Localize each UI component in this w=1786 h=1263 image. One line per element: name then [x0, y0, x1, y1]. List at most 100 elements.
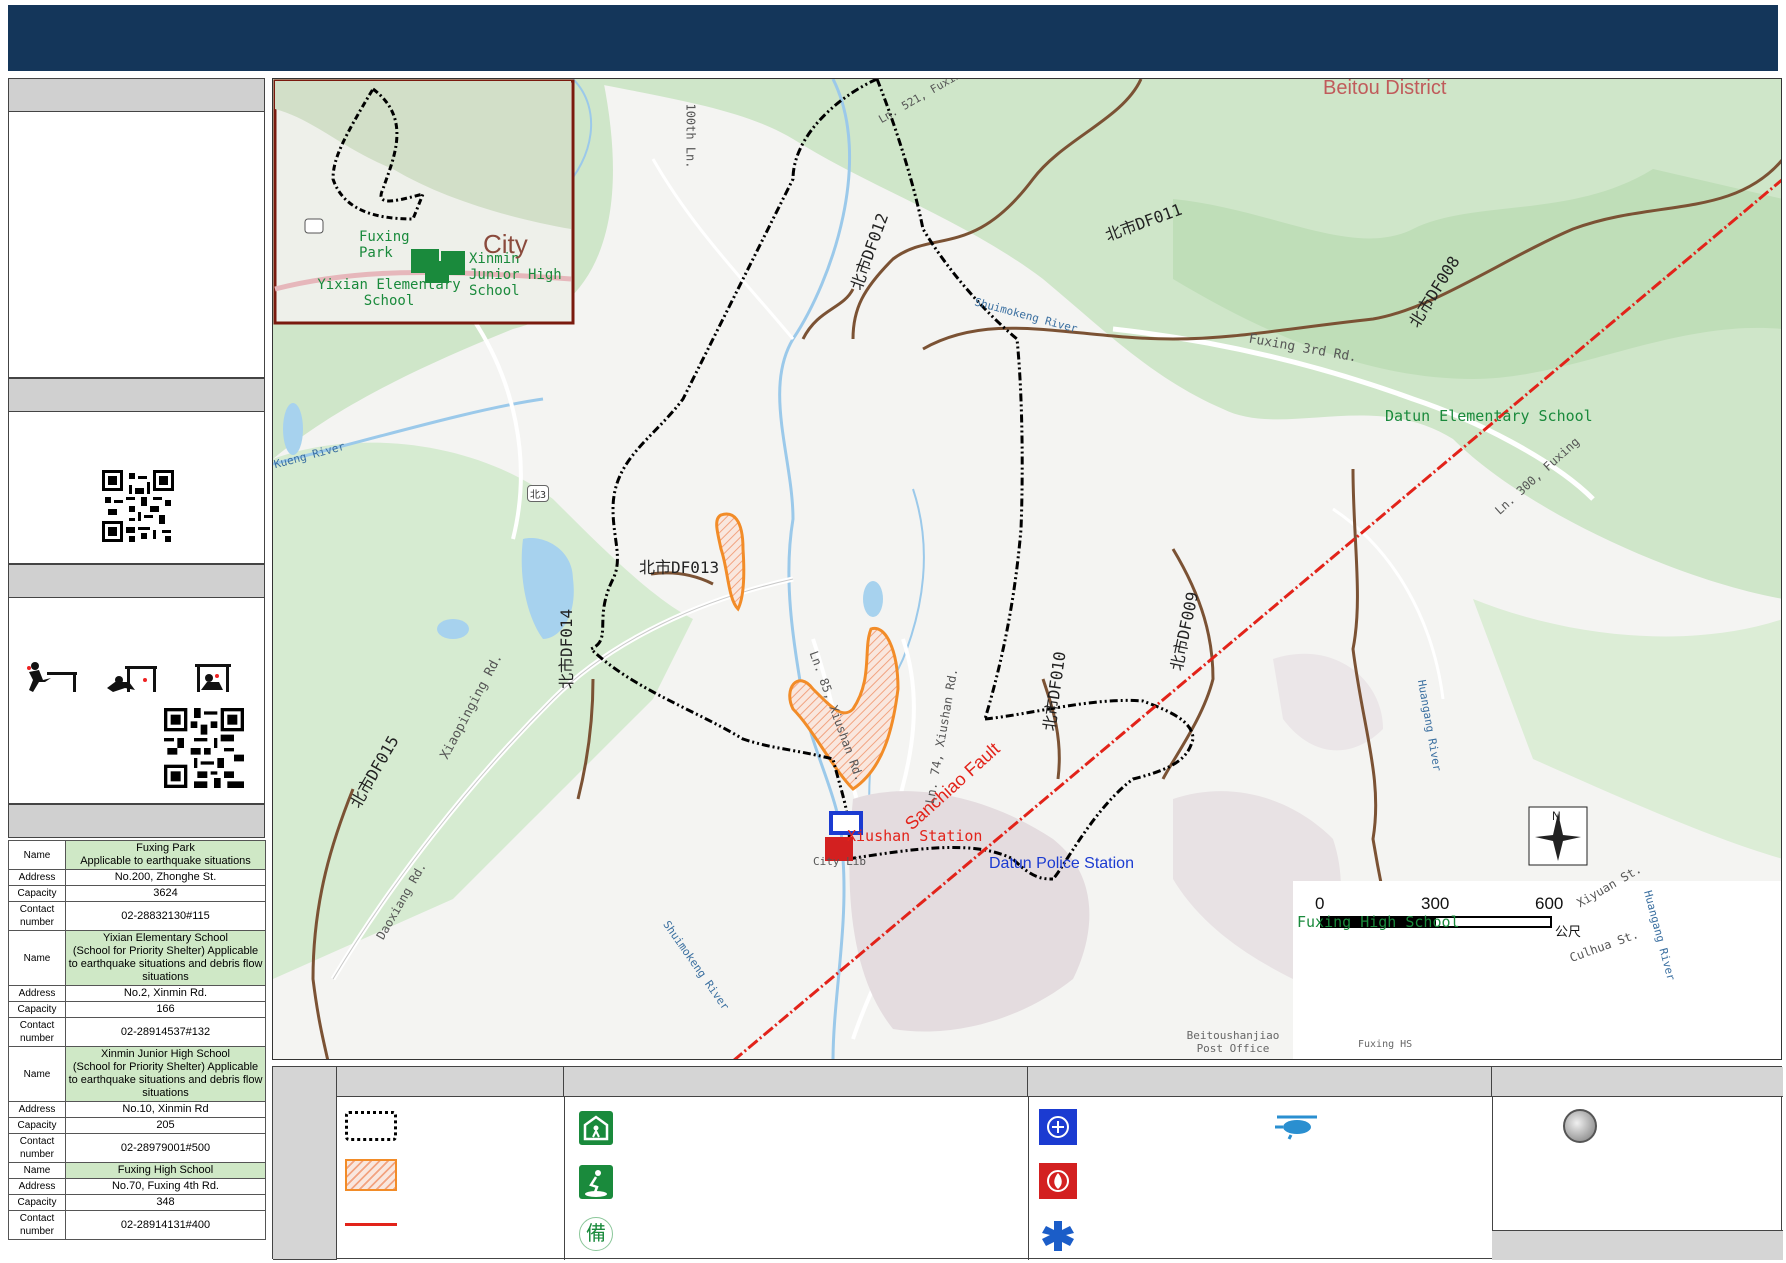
shelter-row-capacity: Capacity 348 — [8, 1194, 266, 1211]
qr-code-icon[interactable] — [102, 470, 174, 542]
shelter-row-name: Name Fuxing High School — [8, 1162, 266, 1179]
shelter-row-label: Contact number — [8, 1210, 66, 1240]
shelter-row-label: Contact number — [8, 1017, 66, 1047]
shelter-panel-header — [8, 804, 265, 838]
debris-label-df013: 北市DF013 — [639, 558, 720, 577]
medical-legend-icon — [1039, 1217, 1077, 1253]
place-datun-police[interactable]: Datun Police Station — [989, 855, 1134, 873]
shelter-row-capacity: Capacity 205 — [8, 1117, 266, 1134]
qr-panel-header — [9, 379, 264, 412]
district-label: Beitou District — [1323, 78, 1447, 99]
shelter-row-contact: Contact number 02-28914537#132 — [8, 1017, 266, 1047]
place-fuxing-hs: Fuxing HS — [1358, 1039, 1413, 1050]
shelter-note: Applicable to earthquake situations — [80, 855, 251, 867]
shelter-row-contact: Contact number 02-28832130#115 — [8, 901, 266, 931]
scale-tick-600: 600 — [1535, 894, 1564, 913]
legend-bottom-grey — [1492, 1230, 1783, 1260]
shelter-row-address: Address No.10, Xinmin Rd — [8, 1101, 266, 1118]
hold-on-icon — [195, 664, 231, 692]
shelter-row-name: Name Yixian Elementary School (School for … — [8, 930, 266, 986]
place-fuxing-high[interactable]: Fuxing High School — [1297, 913, 1460, 931]
shelter-row-label: Address — [8, 869, 66, 886]
shelter-row-label: Name — [8, 840, 66, 870]
scale-unit: 公尺 — [1555, 924, 1582, 939]
legend-head-1 — [337, 1067, 564, 1097]
qr-panel — [8, 378, 265, 564]
shelter-address-value: No.2, Xinmin Rd. — [65, 985, 266, 1002]
earthquake-action-panel — [8, 564, 265, 804]
shelter-note: (School for Priority Shelter) Applicable… — [68, 945, 263, 983]
shelter-row-address: Address No.200, Zhonghe St. — [8, 869, 266, 886]
road-label-100th: 100th Ln. — [683, 103, 698, 169]
shelter-capacity-value: 166 — [65, 1001, 266, 1018]
shelter-address-value: No.10, Xinmin Rd — [65, 1101, 266, 1118]
shield-bei3: 北3 — [527, 485, 550, 502]
shelter-row-name: Name Fuxing Park Applicable to earthquake … — [8, 840, 266, 870]
shelter-row-address: Address No.70, Fuxing 4th Rd. — [8, 1178, 266, 1195]
scale-tick-300: 300 — [1421, 894, 1450, 913]
boundary-legend-icon — [345, 1111, 397, 1141]
shelter-row-name: Name Xinmin Junior High School (School for… — [8, 1046, 266, 1102]
shelter-name: Fuxing Park — [136, 842, 195, 854]
shelter-row-contact: Contact number 02-28979001#500 — [8, 1133, 266, 1163]
shelter-note: (School for Priority Shelter) Applicable… — [68, 1061, 263, 1099]
fault-legend-icon — [345, 1223, 397, 1226]
shelter-name-cell: Fuxing High School — [65, 1162, 266, 1179]
legend-head-3 — [1028, 1067, 1492, 1097]
shelter-contact-value: 02-28832130#115 — [65, 901, 266, 931]
shelter-row-label: Capacity — [8, 1001, 66, 1018]
legend-panel: 備 — [272, 1066, 1783, 1260]
shelter-table: Name Fuxing Park Applicable to earthquake … — [8, 840, 266, 1240]
legend-head-4 — [1492, 1067, 1783, 1097]
evacuation-legend-icon — [579, 1165, 613, 1199]
shelter-row-capacity: Capacity 3624 — [8, 885, 266, 902]
shelter-row-label: Address — [8, 1178, 66, 1195]
legend-col-divider-2 — [1028, 1097, 1029, 1260]
shelter-name: Xinmin Junior High School — [100, 1048, 230, 1060]
shelter-row-label: Name — [8, 1162, 66, 1179]
shelter-row-label: Capacity — [8, 885, 66, 902]
inset-fuxing-park[interactable]: Fuxing Park — [359, 229, 429, 261]
qr-code-earthquake-icon[interactable] — [164, 708, 244, 788]
debris-label-df014: 北市DF014 — [557, 608, 576, 689]
legend-head-2 — [564, 1067, 1028, 1097]
drop-icon — [27, 662, 77, 692]
shelter-row-address: Address No.2, Xinmin Rd. — [8, 985, 266, 1002]
shelter-name: Yixian Elementary School — [103, 932, 228, 944]
shelter-legend-icon — [579, 1111, 613, 1145]
info-panel — [8, 78, 265, 378]
shelter-row-label: Address — [8, 1101, 66, 1118]
inset-city-text: City — [483, 229, 528, 259]
shelter-row-contact: Contact number 02-28914131#400 — [8, 1210, 266, 1240]
scale-tick-0: 0 — [1315, 894, 1325, 913]
shelter-row-label: Name — [8, 930, 66, 986]
hazard-zone-legend-icon — [345, 1159, 397, 1191]
legend-col-divider-1 — [564, 1097, 565, 1260]
info-panel-header — [9, 79, 264, 112]
shelter-row-label: Name — [8, 1046, 66, 1102]
inset-yixian[interactable]: Yixian Elementary School — [309, 277, 469, 309]
shelter-row-label: Contact number — [8, 1133, 66, 1163]
earthquake-panel-header — [9, 565, 264, 598]
shelter-address-value: No.200, Zhonghe St. — [65, 869, 266, 886]
shelter-row-label: Address — [8, 985, 66, 1002]
hazard-map[interactable]: Beitou District Sanchiao Fault Xiaopingi… — [272, 78, 1782, 1060]
helicopter-legend-icon — [1273, 1111, 1323, 1141]
shelter-contact-value: 02-28914131#400 — [65, 1210, 266, 1240]
shelter-capacity-value: 348 — [65, 1194, 266, 1211]
station-legend-icon — [1563, 1109, 1597, 1143]
place-datun-elementary[interactable]: Datun Elementary School — [1385, 407, 1593, 425]
place-post-office: Beitoushanjiao Post Office — [1186, 1029, 1280, 1055]
shelter-row-label: Capacity — [8, 1194, 66, 1211]
place-city-lib: City Lib — [813, 855, 866, 868]
title-bar — [8, 5, 1778, 71]
shelter-name-cell: Fuxing Park Applicable to earthquake situ… — [65, 840, 266, 870]
shelter-row-label: Contact number — [8, 901, 66, 931]
place-xiushan-station[interactable]: Xiushan Station — [847, 827, 982, 845]
fire-legend-icon — [1039, 1163, 1077, 1199]
shelter-capacity-value: 205 — [65, 1117, 266, 1134]
shelter-capacity-value: 3624 — [65, 885, 266, 902]
shelter-contact-value: 02-28914537#132 — [65, 1017, 266, 1047]
north-arrow-label: N — [1552, 809, 1561, 823]
cover-icon — [107, 666, 157, 692]
